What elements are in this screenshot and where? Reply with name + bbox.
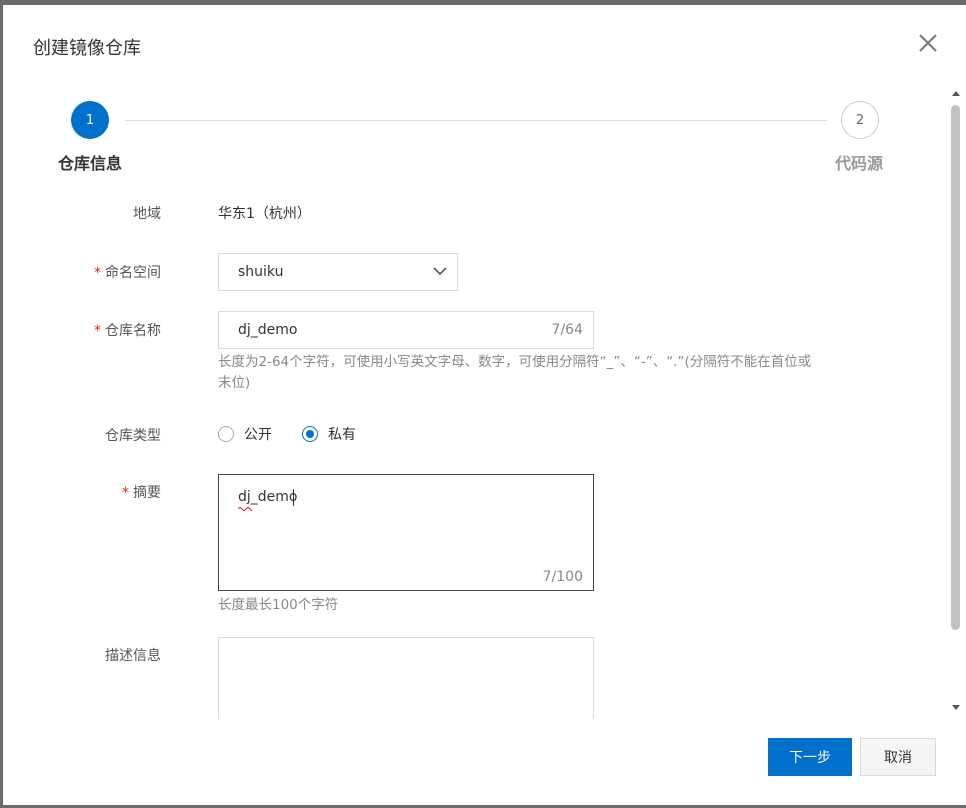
content-clip [3,718,948,738]
summary-value: dj_demo [238,489,298,505]
required-mark: * [122,485,129,501]
repo-name-input[interactable]: dj_demo 7/64 [218,311,594,349]
summary-hint: 长度最长100个字符 [218,597,339,613]
dialog-title: 创建镜像仓库 [33,38,141,59]
radio-public-label[interactable]: 公开 [244,424,272,444]
spellcheck-underline [238,507,252,511]
step-1-label: 仓库信息 [58,154,123,173]
description-label: 描述信息 [105,648,161,664]
required-mark: * [94,265,101,281]
namespace-select[interactable]: shuiku [218,253,458,291]
radio-public[interactable] [218,426,234,442]
cancel-button[interactable]: 取消 [860,738,936,776]
step-1-indicator: 1 [71,101,109,139]
namespace-value: shuiku [238,264,284,280]
next-step-button[interactable]: 下一步 [768,738,852,776]
radio-private[interactable] [302,426,318,442]
summary-counter: 7/100 [542,569,583,585]
chevron-down-icon [433,267,447,276]
repo-name-counter: 7/64 [551,322,583,338]
summary-textarea[interactable]: dj_demo 7/100 [218,474,594,591]
summary-label: * 摘要 [122,485,161,501]
step-2-label: 代码源 [835,154,884,173]
description-textarea[interactable] [218,637,594,727]
scrollbar-thumb[interactable] [951,105,960,630]
namespace-label: * 命名空间 [94,265,161,281]
repo-name-hint-line2: 末位) [218,375,251,391]
step-2-indicator: 2 [841,101,879,139]
required-mark: * [94,323,101,339]
close-icon[interactable] [917,32,939,54]
region-value: 华东1（杭州） [218,206,311,222]
repo-name-value: dj_demo [238,322,298,338]
create-repo-dialog: 创建镜像仓库 1 2 仓库信息 代码源 地域 华东1（杭州） * 命名空间 shu… [3,5,966,805]
repo-name-hint-line1: 长度为2-64个字符，可使用小写英文字母、数字，可使用分隔符“_”、“-”、“.… [218,354,812,370]
repo-type-label: 仓库类型 [105,428,161,444]
region-label: 地域 [133,206,161,222]
scroll-down-arrow-icon[interactable] [951,702,961,712]
text-caret [293,489,294,506]
radio-private-label[interactable]: 私有 [328,424,356,444]
step-connector [125,120,827,121]
scroll-up-arrow-icon[interactable] [951,89,961,99]
repo-name-label: * 仓库名称 [94,323,161,339]
